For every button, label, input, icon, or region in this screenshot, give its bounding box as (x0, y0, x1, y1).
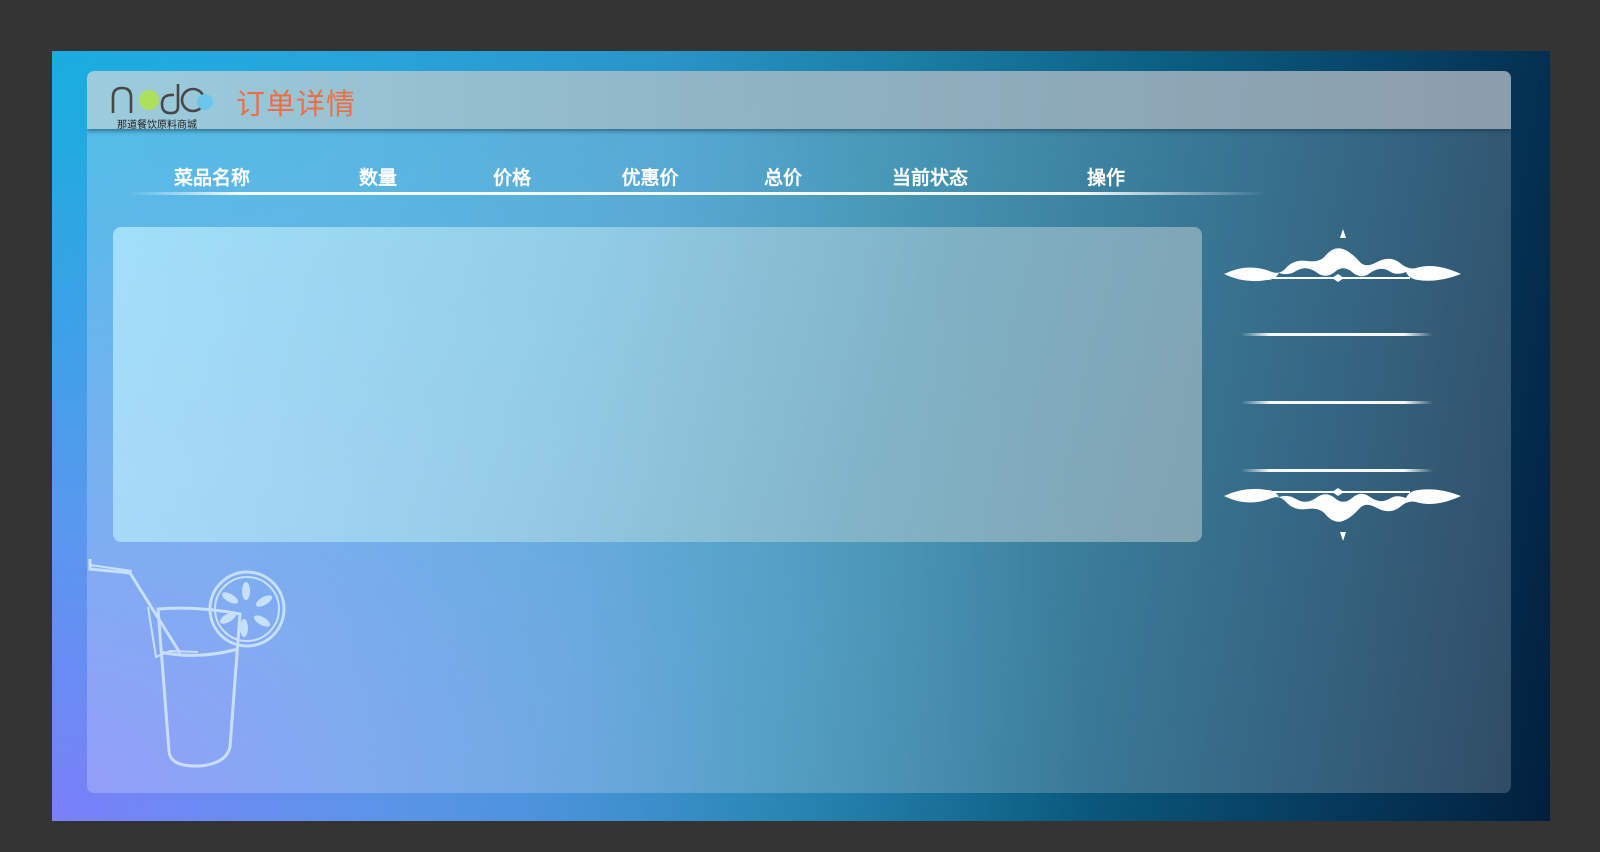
side-divider-3 (1241, 469, 1433, 472)
column-header-actions: 操作 (1086, 167, 1126, 189)
page-title: 订单详情 (236, 87, 357, 121)
header-bar: 那道餐饮原料商城 订单详情 (87, 71, 1511, 131)
column-header-price: 价格 (492, 167, 532, 189)
order-items-container (113, 227, 1202, 542)
main-panel: 那道餐饮原料商城 订单详情 菜品名称 数量 价格 优惠价 总价 当前状态 操作 (87, 71, 1511, 793)
column-header-dish-name: 菜品名称 (173, 167, 251, 189)
ornamental-scroll-icon (1224, 229, 1461, 541)
column-header-discount-price: 优惠价 (621, 167, 679, 189)
header-divider (127, 192, 1267, 195)
logo-subtitle: 那道餐饮原料商城 (117, 120, 197, 131)
side-divider-1 (1241, 333, 1433, 336)
column-header-quantity: 数量 (358, 167, 398, 189)
column-header-total-price: 总价 (763, 167, 803, 189)
order-detail-canvas: 那道餐饮原料商城 订单详情 菜品名称 数量 价格 优惠价 总价 当前状态 操作 (52, 51, 1550, 821)
column-header-status: 当前状态 (891, 167, 969, 189)
drink-illustration-icon (88, 559, 286, 768)
side-divider-2 (1241, 401, 1433, 404)
